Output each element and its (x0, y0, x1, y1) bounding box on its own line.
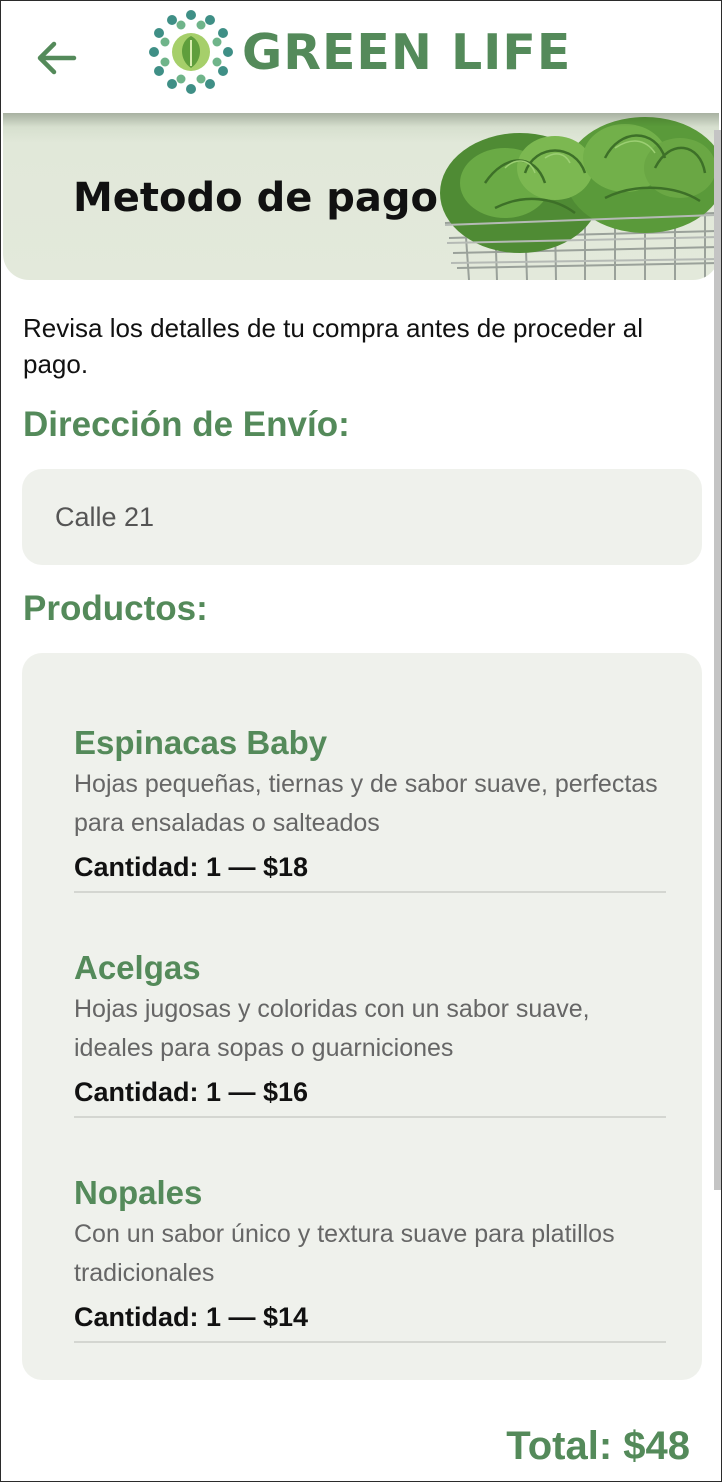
brand-name: GREEN LIFE (242, 24, 572, 81)
address-section-title: Dirección de Envío: (23, 405, 350, 444)
products-section-title: Productos: (23, 589, 208, 628)
page-title: Metodo de pago (73, 175, 438, 221)
product-name: Acelgas (74, 949, 201, 986)
product-item: Nopales Con un sabor único y textura sua… (74, 1118, 666, 1343)
product-quantity-price: Cantidad: 1 — $14 (74, 1302, 309, 1332)
intro-text: Revisa los detalles de tu compra antes d… (23, 313, 644, 379)
product-name: Nopales (74, 1174, 203, 1211)
hero-banner: Metodo de pago (3, 113, 719, 280)
product-description: Hojas jugosas y coloridas con un sabor s… (74, 995, 590, 1062)
product-description: Hojas pequeñas, tiernas y de sabor suave… (74, 770, 658, 837)
products-list: Espinacas Baby Hojas pequeñas, tiernas y… (22, 653, 702, 1380)
product-quantity-price: Cantidad: 1 — $18 (74, 852, 309, 882)
address-field: Calle 21 (22, 469, 702, 565)
product-description: Con un sabor único y textura suave para … (74, 1220, 615, 1287)
brand-logo-icon (149, 10, 233, 94)
order-total: Total: $48 (506, 1424, 690, 1468)
top-bar: GREEN LIFE (0, 0, 722, 113)
product-item: Espinacas Baby Hojas pequeñas, tiernas y… (74, 668, 666, 893)
address-value: Calle 21 (55, 501, 155, 532)
product-item: Acelgas Hojas jugosas y coloridas con un… (74, 893, 666, 1118)
product-name: Espinacas Baby (74, 724, 328, 761)
product-quantity-price: Cantidad: 1 — $16 (74, 1077, 309, 1107)
scrollbar[interactable] (714, 130, 722, 1190)
header-shadow (3, 113, 719, 127)
back-button[interactable] (34, 38, 80, 78)
arrow-left-icon (37, 41, 77, 75)
lettuce-basket-image (440, 117, 719, 280)
